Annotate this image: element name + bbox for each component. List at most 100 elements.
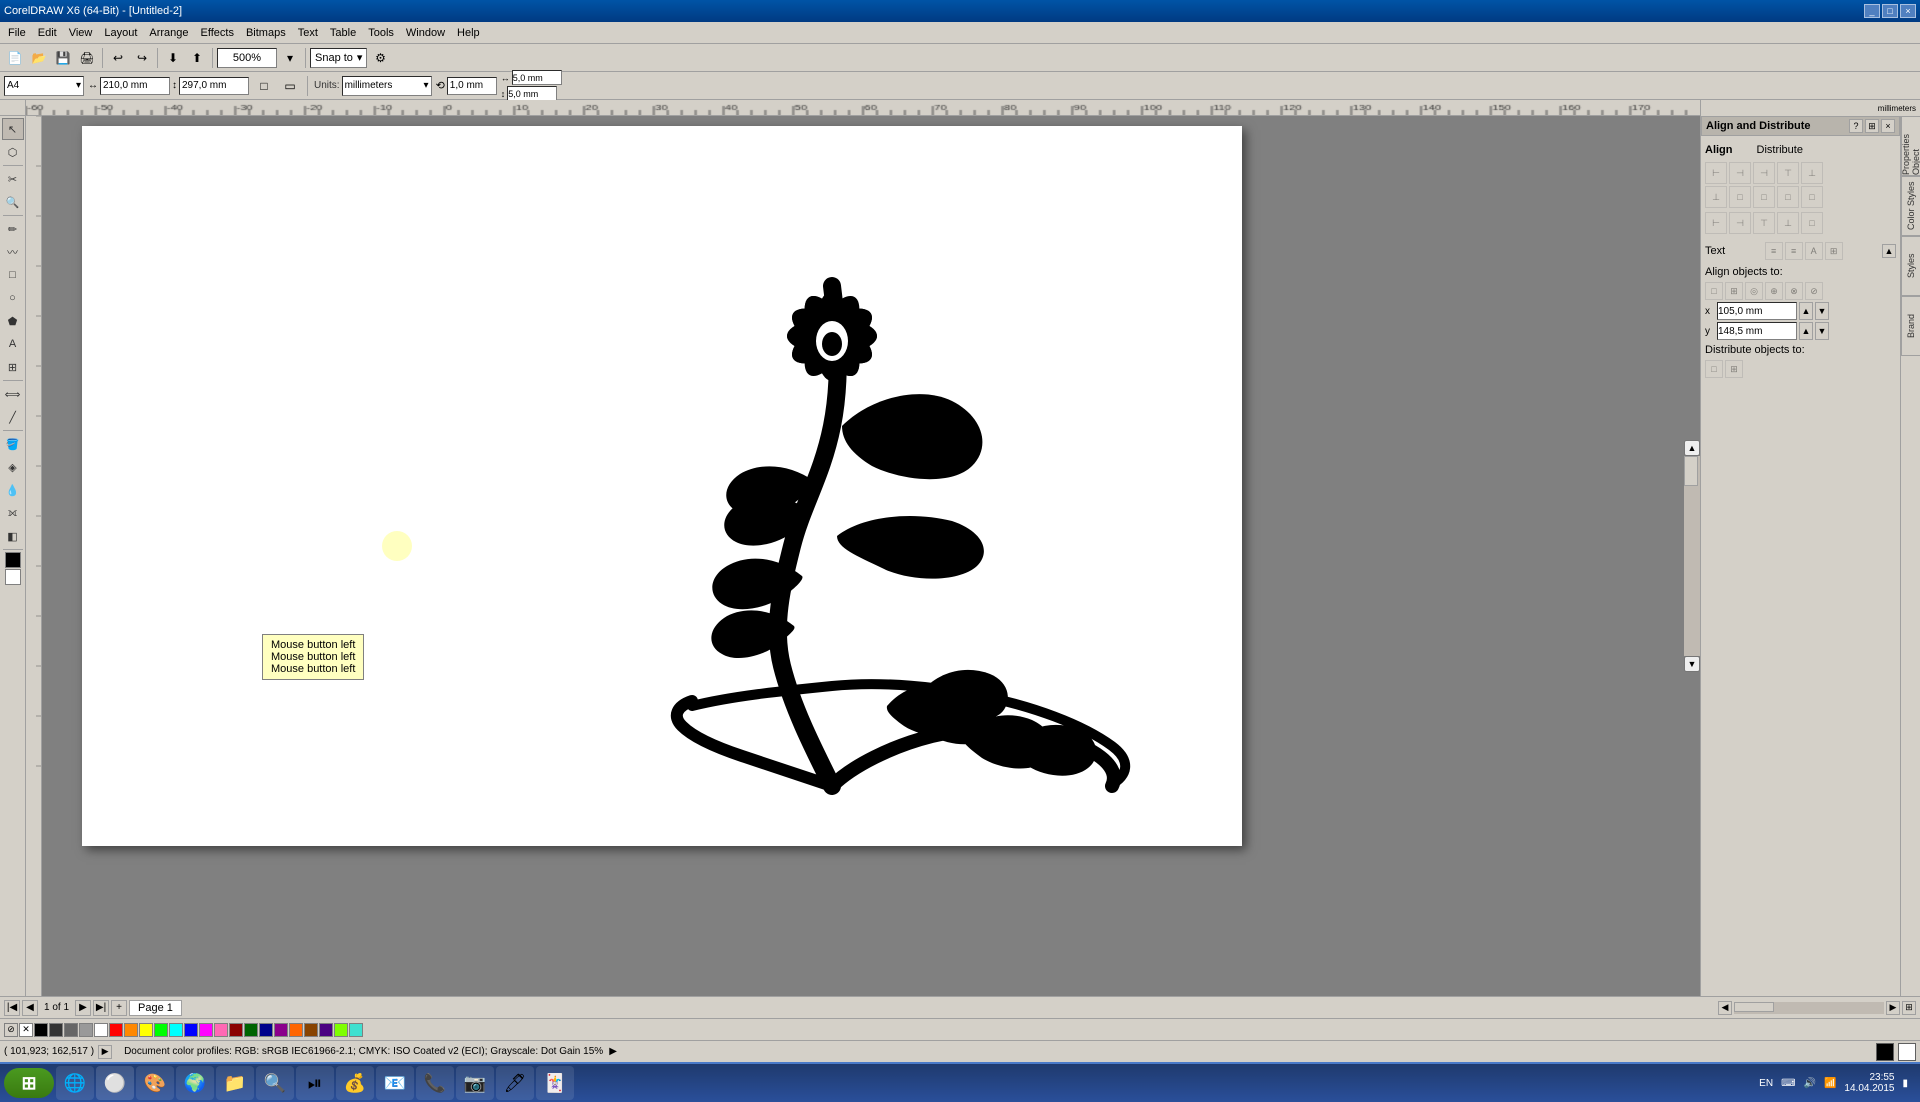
- text-align-btn-4[interactable]: ⊞: [1825, 242, 1843, 260]
- menu-help[interactable]: Help: [451, 25, 486, 41]
- scroll-up[interactable]: ▲: [1684, 440, 1700, 456]
- align-b4[interactable]: ⊥: [1777, 212, 1799, 234]
- page-first[interactable]: |◀: [4, 1000, 20, 1016]
- smart-fill-tool[interactable]: ◈: [2, 456, 24, 478]
- parallel-dimension-tool[interactable]: ⟺: [2, 383, 24, 405]
- align-obj-5[interactable]: ⊗: [1785, 282, 1803, 300]
- page-last[interactable]: ▶|: [93, 1000, 109, 1016]
- nudge-input[interactable]: [447, 77, 497, 95]
- shape-tool[interactable]: ⬡: [2, 141, 24, 163]
- swatch-black[interactable]: [34, 1023, 48, 1037]
- align-b2[interactable]: ⊣: [1729, 212, 1751, 234]
- text-tool[interactable]: A: [2, 333, 24, 355]
- fill-color[interactable]: [5, 552, 21, 568]
- start-button[interactable]: ⊞: [4, 1068, 54, 1098]
- taskbar-corel-draw-app[interactable]: 🖊: [496, 1066, 534, 1100]
- interactive-blend-tool[interactable]: ⟗: [2, 502, 24, 524]
- status-expand[interactable]: ▶: [98, 1045, 112, 1059]
- swatch-darkgreen[interactable]: [244, 1023, 258, 1037]
- taskbar-chrome[interactable]: ⚪: [96, 1066, 134, 1100]
- minimize-button[interactable]: _: [1864, 4, 1880, 18]
- align-bottom[interactable]: ⊥: [1705, 186, 1727, 208]
- scroll-left[interactable]: ◀: [1718, 1001, 1732, 1015]
- fill-tool[interactable]: 🪣: [2, 433, 24, 455]
- menu-effects[interactable]: Effects: [195, 25, 240, 41]
- align-obj-3[interactable]: ◎: [1745, 282, 1763, 300]
- taskbar-media[interactable]: ⏯: [296, 1066, 334, 1100]
- menu-text[interactable]: Text: [292, 25, 324, 41]
- h-scrollbar-track[interactable]: [1734, 1002, 1884, 1014]
- align-center-h[interactable]: ⊣: [1729, 162, 1751, 184]
- zoom-fit[interactable]: ⊞: [1902, 1001, 1916, 1015]
- menu-arrange[interactable]: Arrange: [143, 25, 194, 41]
- align-obj-6[interactable]: ⊘: [1805, 282, 1823, 300]
- no-color-swatch[interactable]: ⊘: [4, 1023, 18, 1037]
- swatch-darkorange[interactable]: [289, 1023, 303, 1037]
- ellipse-tool[interactable]: ○: [2, 287, 24, 309]
- export-button[interactable]: ⬆: [186, 47, 208, 69]
- menu-file[interactable]: File: [2, 25, 32, 41]
- text-align-btn-3[interactable]: A: [1805, 242, 1823, 260]
- h-step-input[interactable]: [512, 70, 562, 85]
- snap-options[interactable]: ⚙: [369, 47, 391, 69]
- swatch-darkred[interactable]: [229, 1023, 243, 1037]
- menu-view[interactable]: View: [63, 25, 99, 41]
- taskbar-paint[interactable]: 🎨: [136, 1066, 174, 1100]
- swatch-darkgray[interactable]: [49, 1023, 63, 1037]
- align-extra-4[interactable]: □: [1801, 186, 1823, 208]
- swatch-blue[interactable]: [184, 1023, 198, 1037]
- align-obj-4[interactable]: ⊕: [1765, 282, 1783, 300]
- color-styles-tab[interactable]: Color Styles: [1901, 176, 1920, 236]
- taskbar-1c[interactable]: 💰: [336, 1066, 374, 1100]
- print-button[interactable]: 🖨: [76, 47, 98, 69]
- menu-table[interactable]: Table: [324, 25, 362, 41]
- taskbar-email[interactable]: 📧: [376, 1066, 414, 1100]
- taskbar-corel-capture[interactable]: 📷: [456, 1066, 494, 1100]
- scroll-down[interactable]: ▼: [1684, 656, 1700, 672]
- swatch-green[interactable]: [154, 1023, 168, 1037]
- selection-tool[interactable]: ↖: [2, 118, 24, 140]
- smart-drawing-tool[interactable]: 〰: [2, 241, 24, 263]
- import-button[interactable]: ⬇: [162, 47, 184, 69]
- text-align-btn-2[interactable]: ≡: [1785, 242, 1803, 260]
- show-desktop[interactable]: ▮: [1902, 1078, 1908, 1089]
- swatch-yellow[interactable]: [139, 1023, 153, 1037]
- panel-scroll-up[interactable]: ▲: [1882, 244, 1896, 258]
- dist-btn-1[interactable]: □: [1705, 360, 1723, 378]
- swatch-darkblue[interactable]: [259, 1023, 273, 1037]
- v-scrollbar-thumb[interactable]: [1684, 456, 1698, 486]
- y-coord-input[interactable]: [1717, 322, 1797, 340]
- taskbar-ie[interactable]: 🌍: [176, 1066, 214, 1100]
- redo-button[interactable]: ↪: [131, 47, 153, 69]
- brand-tab[interactable]: Brand: [1901, 296, 1920, 356]
- polygon-tool[interactable]: ⬟: [2, 310, 24, 332]
- swatch-brown[interactable]: [304, 1023, 318, 1037]
- portrait-button[interactable]: □: [253, 75, 275, 97]
- open-button[interactable]: 📂: [28, 47, 50, 69]
- landscape-button[interactable]: ▭: [279, 75, 301, 97]
- align-b1[interactable]: ⊢: [1705, 212, 1727, 234]
- align-left[interactable]: ⊢: [1705, 162, 1727, 184]
- align-top[interactable]: ⊤: [1777, 162, 1799, 184]
- straight-line-tool[interactable]: ╱: [2, 406, 24, 428]
- swatch-chartreuse[interactable]: [334, 1023, 348, 1037]
- paper-size-dropdown[interactable]: A4 ▾: [4, 76, 84, 96]
- taskbar-skype[interactable]: 📞: [416, 1066, 454, 1100]
- text-align-btn-1[interactable]: ≡: [1765, 242, 1783, 260]
- maximize-button[interactable]: □: [1882, 4, 1898, 18]
- menu-tools[interactable]: Tools: [362, 25, 400, 41]
- table-tool[interactable]: ⊞: [2, 356, 24, 378]
- stroke-color[interactable]: [5, 569, 21, 585]
- zoom-tool[interactable]: 🔍: [2, 191, 24, 213]
- align-obj-1[interactable]: □: [1705, 282, 1723, 300]
- align-b3[interactable]: ⊤: [1753, 212, 1775, 234]
- color-eyedropper-tool[interactable]: 💧: [2, 479, 24, 501]
- rectangle-tool[interactable]: □: [2, 264, 24, 286]
- swatch-darkmagenta[interactable]: [274, 1023, 288, 1037]
- snap-to-dropdown[interactable]: Snap to ▾: [310, 48, 367, 68]
- panel-close[interactable]: ×: [1881, 119, 1895, 133]
- taskbar-extra[interactable]: 🃏: [536, 1066, 574, 1100]
- object-properties-tab[interactable]: Object Properties: [1901, 116, 1920, 176]
- width-input[interactable]: [100, 77, 170, 95]
- zoom-level[interactable]: 500%: [217, 48, 277, 68]
